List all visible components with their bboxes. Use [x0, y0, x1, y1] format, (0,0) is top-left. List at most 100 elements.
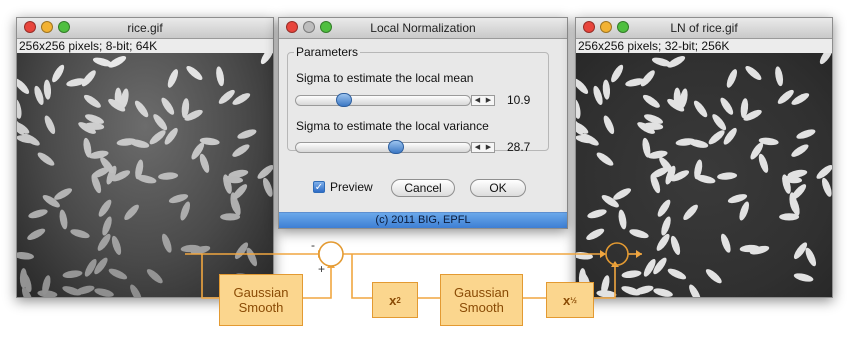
right-window-titlebar[interactable]: LN of rice.gif — [576, 18, 832, 39]
rice-grain — [593, 85, 603, 105]
rice-grain — [111, 235, 122, 255]
rice-grain — [821, 177, 832, 197]
rice-grain — [712, 114, 727, 131]
right-zoom-button[interactable] — [617, 21, 629, 33]
rice-grain — [52, 64, 65, 83]
rice-grain — [220, 213, 241, 221]
normalized-rice-image[interactable] — [576, 53, 832, 297]
dialog-minimize-button — [303, 21, 315, 33]
rice-grain — [81, 70, 96, 87]
rice-grain — [775, 66, 784, 87]
sigma-variance-value: 28.7 — [507, 140, 531, 154]
rice-grain — [158, 172, 179, 180]
subtract-node — [318, 241, 344, 267]
rice-grain — [805, 247, 817, 267]
right-minimize-button[interactable] — [600, 21, 612, 33]
sigma-variance-label: Sigma to estimate the local variance — [296, 119, 489, 133]
sqrt-node: x½ — [546, 282, 594, 318]
rice-grain — [161, 97, 175, 115]
local-normalization-dialog: Local Normalization Parameters Sigma to … — [278, 17, 568, 229]
rice-grain — [796, 129, 816, 139]
dialog-body: Parameters Sigma to estimate the local m… — [279, 39, 567, 228]
minimize-button[interactable] — [41, 21, 53, 33]
rice-grain — [246, 247, 258, 267]
sigma-mean-stepper[interactable]: ◀ ▶ — [471, 95, 495, 106]
rice-grain — [618, 209, 627, 230]
rice-grain — [670, 235, 681, 255]
rice-grain — [17, 78, 30, 94]
rice-grain — [28, 209, 48, 219]
rice-grain — [586, 228, 605, 240]
rice-image[interactable] — [17, 53, 273, 297]
right-close-button[interactable] — [583, 21, 595, 33]
rice-grain — [17, 252, 34, 260]
rice-grain — [642, 94, 660, 108]
rice-grain — [611, 64, 624, 83]
rice-grain — [576, 78, 589, 94]
rice-grain — [149, 130, 166, 145]
rice-grain — [758, 153, 769, 173]
rice-grain — [161, 233, 172, 253]
rice-grain — [98, 199, 112, 217]
gaussian1-to-subtract-line — [303, 268, 332, 299]
left-image-window: rice.gif 256x256 pixels; 8-bit; 64K — [16, 17, 274, 298]
rice-grain — [62, 270, 83, 279]
dialog-close-button[interactable] — [286, 21, 298, 33]
rice-image-grains — [17, 53, 273, 297]
rice-grain — [791, 144, 809, 157]
sqrt-base: x — [563, 292, 571, 308]
gaussian2-line1: Gaussian — [454, 285, 509, 300]
rice-grain — [717, 172, 738, 180]
window-controls — [24, 21, 70, 33]
minus-sign: - — [311, 238, 315, 252]
rice-grain — [146, 269, 163, 284]
sqrt-exponent: ½ — [570, 295, 577, 305]
sigma-mean-value: 10.9 — [507, 93, 531, 107]
arrowhead — [318, 250, 324, 258]
rice-grain — [94, 288, 114, 297]
rice-grain — [819, 53, 832, 65]
rice-grain — [705, 269, 722, 284]
dialog-titlebar[interactable]: Local Normalization — [279, 18, 567, 39]
rice-grain — [667, 268, 687, 280]
rice-grain — [720, 97, 734, 115]
rice-grain — [153, 114, 168, 131]
zoom-button[interactable] — [58, 21, 70, 33]
preview-checkbox[interactable]: ✓ — [313, 181, 325, 193]
left-window-title: rice.gif — [127, 21, 163, 35]
rice-grain — [232, 184, 248, 200]
rice-grain — [88, 150, 109, 159]
plus-sign: + — [318, 262, 325, 276]
rice-grain — [37, 152, 55, 166]
rice-grain — [43, 79, 52, 100]
rice-grain — [199, 153, 210, 173]
left-window-titlebar[interactable]: rice.gif — [17, 18, 273, 39]
right-image-info: 256x256 pixels; 32-bit; 256K — [578, 39, 730, 53]
rice-grain — [130, 284, 142, 297]
rice-grain — [260, 53, 273, 65]
rice-grain — [576, 252, 593, 260]
rice-grain — [726, 69, 738, 88]
close-button[interactable] — [24, 21, 36, 33]
rice-grain — [629, 229, 649, 239]
rice-grain — [693, 100, 708, 118]
rice-grain — [745, 66, 762, 80]
rice-grain — [683, 204, 698, 221]
sigma-mean-slider[interactable] — [295, 93, 471, 107]
sigma-mean-slider-thumb[interactable] — [335, 93, 352, 107]
rice-grain — [180, 201, 191, 221]
preview-label: Preview — [330, 180, 373, 194]
rice-grain — [216, 66, 225, 87]
rice-grain — [167, 69, 179, 88]
cancel-button[interactable]: Cancel — [391, 179, 455, 197]
rice-grain — [232, 144, 250, 157]
sigma-variance-slider[interactable] — [295, 140, 471, 154]
arrowhead — [327, 262, 335, 268]
dialog-zoom-button[interactable] — [320, 21, 332, 33]
rice-grain — [640, 70, 655, 87]
ok-button[interactable]: OK — [470, 179, 526, 197]
rice-grain — [647, 150, 668, 159]
dialog-title: Local Normalization — [370, 21, 476, 35]
sigma-variance-stepper[interactable]: ◀ ▶ — [471, 142, 495, 153]
sigma-variance-slider-thumb[interactable] — [388, 140, 405, 154]
